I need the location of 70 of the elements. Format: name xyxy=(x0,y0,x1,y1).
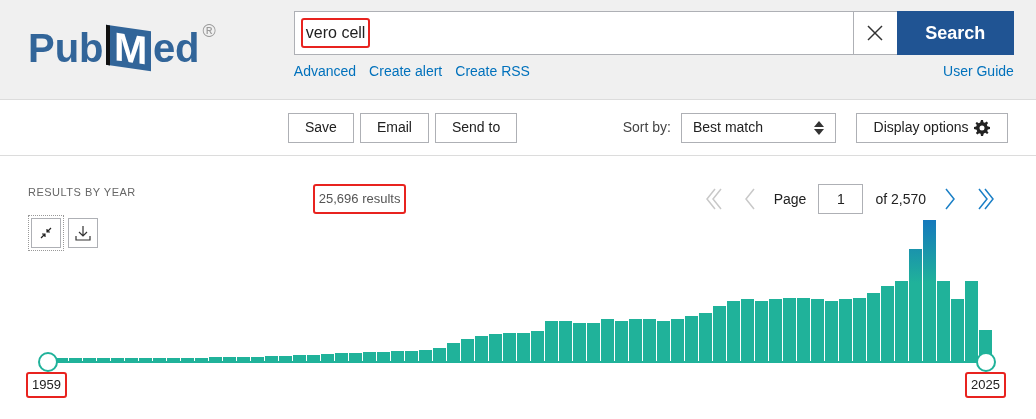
histogram-bar xyxy=(657,321,670,361)
search-query: vero cell xyxy=(300,18,371,48)
histogram-bar xyxy=(447,343,460,361)
histogram-bar xyxy=(671,319,684,361)
histogram-bar xyxy=(587,323,600,361)
double-chevron-icon xyxy=(975,187,997,211)
histogram-bar xyxy=(783,298,796,361)
start-year-label: 1959 xyxy=(26,372,67,398)
histogram-bar xyxy=(741,299,754,361)
search-button[interactable]: Search xyxy=(896,11,1014,55)
sort-icon xyxy=(814,120,824,135)
histogram-bar xyxy=(517,333,530,361)
histogram-bar xyxy=(839,299,852,361)
page-number-field[interactable]: 1 xyxy=(818,184,864,214)
histogram-bar xyxy=(545,321,558,361)
histogram-bar xyxy=(853,298,866,361)
histogram-bar xyxy=(951,299,964,361)
clear-button[interactable] xyxy=(853,11,897,55)
histogram-bar xyxy=(461,339,474,361)
histogram-bar xyxy=(405,351,418,361)
search-link[interactable]: Create alert xyxy=(369,61,443,82)
histogram-bar xyxy=(363,352,376,361)
histogram-bar xyxy=(377,352,390,361)
download-button[interactable] xyxy=(68,217,98,248)
page-count: of 2,570 xyxy=(875,189,926,209)
histogram-bar xyxy=(629,319,642,361)
close-icon xyxy=(867,25,884,41)
download-icon xyxy=(75,224,91,241)
sort-label: Sort by: xyxy=(622,118,671,137)
histogram-bar xyxy=(713,306,726,361)
histogram-bar xyxy=(615,321,628,361)
histogram-bar xyxy=(797,298,810,361)
collapse-button[interactable] xyxy=(31,217,61,248)
histogram-bar xyxy=(769,299,782,361)
page-label: Page xyxy=(773,189,807,209)
chevron-icon xyxy=(942,187,958,211)
histogram-bar xyxy=(685,316,698,361)
histogram-bar xyxy=(601,319,614,361)
histogram-bar xyxy=(559,321,572,361)
user-guide-link[interactable]: User Guide xyxy=(943,61,1014,82)
histogram-bar xyxy=(643,319,656,361)
search-link[interactable]: Create RSS xyxy=(455,61,530,82)
results-by-year-title: RESULTS BY YEAR xyxy=(28,185,136,200)
histogram-bar xyxy=(755,301,768,361)
sort-select[interactable]: Best match xyxy=(681,112,836,143)
histogram-bar xyxy=(811,299,824,361)
histogram-bar xyxy=(391,351,404,361)
histogram-bar xyxy=(475,336,488,361)
histogram-bar xyxy=(573,323,586,361)
search-link[interactable]: Advanced xyxy=(293,61,357,82)
histogram-bar xyxy=(433,348,446,361)
histogram-bar xyxy=(867,293,880,361)
action-button[interactable]: Send to xyxy=(434,112,518,143)
collapse-arrows-icon xyxy=(40,226,52,239)
results-count: 25,696 results xyxy=(312,184,407,214)
end-year-label: 2025 xyxy=(965,372,1006,398)
histogram-bar xyxy=(825,301,838,361)
histogram-bar xyxy=(503,333,516,361)
action-button[interactable]: Save xyxy=(288,112,354,143)
histogram-bar xyxy=(419,350,432,361)
histogram-bar xyxy=(727,301,740,361)
histogram-bar xyxy=(531,331,544,361)
histogram-bar xyxy=(489,334,502,361)
end-year-handle[interactable] xyxy=(976,352,996,372)
histogram-bar xyxy=(699,313,712,361)
action-button[interactable]: Email xyxy=(359,112,429,143)
display-options-button[interactable]: Display options xyxy=(856,112,1008,143)
settings-icon xyxy=(974,119,991,136)
search-field[interactable]: vero cell xyxy=(293,11,854,55)
start-year-handle[interactable] xyxy=(38,352,58,372)
